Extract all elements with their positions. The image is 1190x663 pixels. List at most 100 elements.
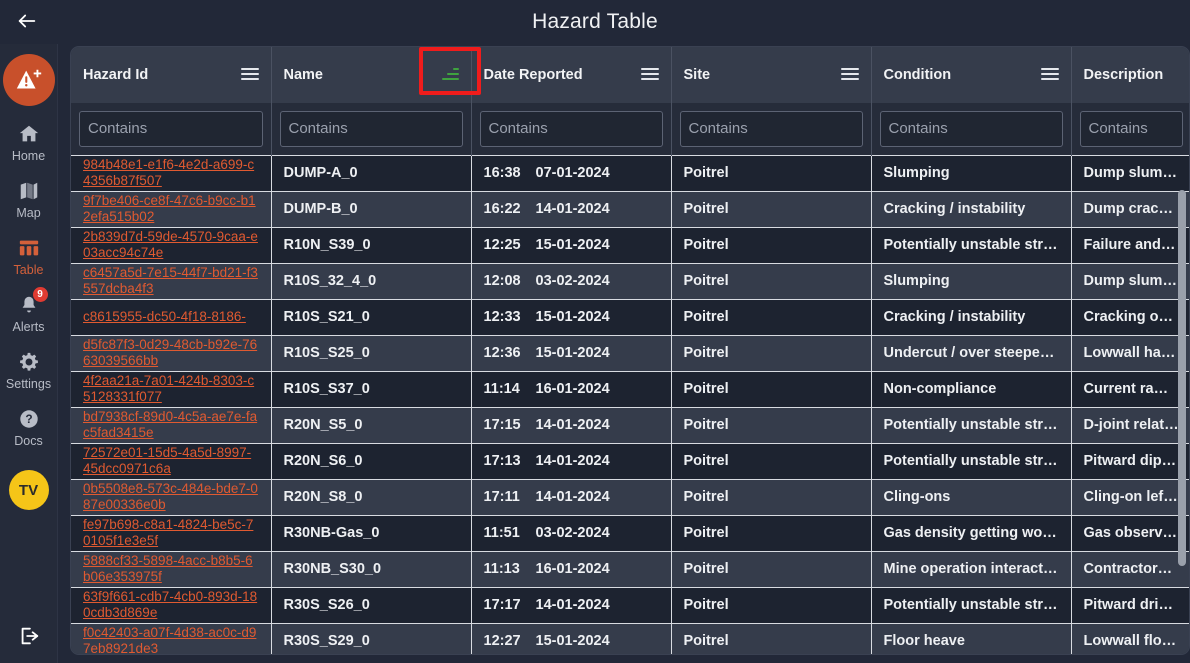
cell-site: Poitrel — [671, 550, 872, 587]
cell-description: Pitward dripping — [1071, 586, 1189, 623]
table-row[interactable]: 2b839d7d-59de-4570-9caa-e03acc94c74e R10N… — [71, 226, 1189, 263]
filter-input-site[interactable] — [679, 110, 863, 147]
hazard-id-link[interactable]: 4f2aa21a-7a01-424b-8303-c5128331f077 — [83, 373, 259, 405]
hazard-id-link[interactable]: c6457a5d-7e15-44f7-bd21-f3557dcba4f3 — [83, 265, 259, 297]
hazard-id-link[interactable]: bd7938cf-89d0-4c5a-ae7e-fac5fad3415e — [83, 409, 259, 441]
cell-condition: Slumping — [871, 154, 1072, 191]
table-row[interactable]: c8615955-dc50-4f18-8186- R10S_S21_0 12:33 1… — [71, 298, 1189, 335]
cell-name: R10S_S25_0 — [271, 334, 472, 371]
cell-date-reported: 11:14 16-01-2024 — [471, 370, 672, 407]
cell-name: R30NB-Gas_0 — [271, 514, 472, 551]
table-row[interactable]: 63f9f661-cdb7-4cb0-893d-180cdb3d869e R30S… — [71, 586, 1189, 623]
avatar[interactable]: TV — [8, 470, 49, 510]
table-row[interactable]: 984b48e1-e1f6-4e2d-a699-c4356b87f507 DUMP… — [71, 154, 1189, 191]
cell-site: Poitrel — [671, 442, 872, 479]
cell-date: 14-01-2024 — [535, 597, 610, 613]
name-column-filter-icon[interactable] — [441, 68, 459, 82]
table-row[interactable]: f0c42403-a07f-4d38-ac0c-d97eb8921de3 R30S… — [71, 622, 1189, 654]
table-row[interactable]: 72572e01-15d5-4a5d-8997-45dcc0971c6a R20N… — [71, 442, 1189, 479]
hazard-id-link[interactable]: 9f7be406-ce8f-47c6-b9cc-b12efa515b02 — [83, 193, 259, 225]
hazard-add-icon[interactable] — [2, 54, 55, 106]
hazard-id-link[interactable]: 63f9f661-cdb7-4cb0-893d-180cdb3d869e — [83, 589, 259, 621]
column-header-date-reported[interactable]: Date Reported — [471, 47, 672, 103]
column-header-condition[interactable]: Condition — [871, 47, 1072, 103]
cell-site: Poitrel — [671, 370, 872, 407]
table-row[interactable]: 9f7be406-ce8f-47c6-b9cc-b12efa515b02 DUMP… — [71, 190, 1189, 227]
cell-condition: Non-compliance — [871, 370, 1072, 407]
filter-cell-site — [671, 103, 872, 155]
cell-description: Lowwall floor h — [1071, 622, 1189, 654]
cell-name: DUMP-B_0 — [271, 190, 472, 227]
sidebar-item-settings[interactable]: Settings — [0, 350, 58, 391]
column-header-site[interactable]: Site — [671, 47, 872, 103]
filter-input-date-reported[interactable] — [479, 110, 663, 147]
table-row[interactable]: bd7938cf-89d0-4c5a-ae7e-fac5fad3415e R20N… — [71, 406, 1189, 443]
cell-date-reported: 16:38 07-01-2024 — [471, 154, 672, 191]
table-row[interactable]: d5fc87f3-0d29-48cb-b92e-7663039566bb R10S… — [71, 334, 1189, 371]
cell-time: 16:38 — [483, 165, 521, 181]
cell-date: 03-02-2024 — [535, 273, 610, 289]
cell-date: 14-01-2024 — [535, 417, 610, 433]
sidebar-item-table[interactable]: Table — [0, 236, 58, 277]
cell-time: 17:15 — [483, 417, 521, 433]
cell-hazard-id: 5888cf33-5898-4acc-b8b5-6b06e353975f — [71, 550, 272, 587]
table-row[interactable]: 5888cf33-5898-4acc-b8b5-6b06e353975f R30N… — [71, 550, 1189, 587]
hazard-id-link[interactable]: 72572e01-15d5-4a5d-8997-45dcc0971c6a — [83, 445, 259, 477]
table-row[interactable]: c6457a5d-7e15-44f7-bd21-f3557dcba4f3 R10S… — [71, 262, 1189, 299]
column-header-hazard-id[interactable]: Hazard Id — [71, 47, 272, 103]
table-row[interactable]: 0b5508e8-573c-484e-bde7-087e00336e0b R20N… — [71, 478, 1189, 515]
filter-input-hazard-id[interactable] — [79, 110, 263, 147]
hamburger-menu-icon[interactable] — [840, 68, 859, 82]
column-header-name[interactable]: Name — [271, 47, 472, 103]
sidebar-item-docs[interactable]: ? Docs — [0, 407, 58, 448]
table-row[interactable]: 4f2aa21a-7a01-424b-8303-c5128331f077 R10S… — [71, 370, 1189, 407]
filter-input-condition[interactable] — [879, 110, 1063, 147]
cell-description: Cling-on left po — [1071, 478, 1189, 515]
table-row[interactable]: fe97b698-c8a1-4824-be5c-70105f1e3e5f R30N… — [71, 514, 1189, 551]
column-header-label: Condition — [883, 67, 952, 83]
hazard-id-link[interactable]: c8615955-dc50-4f18-8186- — [83, 309, 259, 325]
hazard-id-link[interactable]: f0c42403-a07f-4d38-ac0c-d97eb8921de3 — [83, 625, 259, 654]
cell-hazard-id: c8615955-dc50-4f18-8186- — [71, 298, 272, 335]
sidebar: Home Map Table 9 Alerts Settings ? Docs … — [0, 44, 58, 663]
sidebar-item-alerts[interactable]: 9 Alerts — [0, 287, 58, 334]
column-header-description[interactable]: Description — [1071, 47, 1189, 103]
hazard-id-link[interactable]: 984b48e1-e1f6-4e2d-a699-c4356b87f507 — [83, 157, 259, 189]
table-vertical-scrollbar[interactable] — [1177, 157, 1187, 654]
cell-date: 16-01-2024 — [535, 561, 610, 577]
cell-time: 12:25 — [483, 237, 521, 253]
cell-condition: Cling-ons — [871, 478, 1072, 515]
cell-condition: Mine operation interactions — [871, 550, 1072, 587]
cell-site: Poitrel — [671, 622, 872, 654]
cell-hazard-id: fe97b698-c8a1-4824-be5c-70105f1e3e5f — [71, 514, 272, 551]
hazard-table-page: Hazard Table Home Map Table 9 Alerts Set… — [0, 0, 1190, 663]
sidebar-item-home[interactable]: Home — [0, 122, 58, 163]
cell-hazard-id: 4f2aa21a-7a01-424b-8303-c5128331f077 — [71, 370, 272, 407]
sidebar-item-label: Home — [11, 149, 46, 163]
hazard-id-link[interactable]: 2b839d7d-59de-4570-9caa-e03acc94c74e — [83, 229, 259, 261]
cell-date: 03-02-2024 — [535, 525, 610, 541]
hazard-id-link[interactable]: d5fc87f3-0d29-48cb-b92e-7663039566bb — [83, 337, 259, 369]
cell-description: Pitward dipping — [1071, 442, 1189, 479]
filter-cell-hazard-id — [71, 103, 272, 155]
cell-date-reported: 12:08 03-02-2024 — [471, 262, 672, 299]
cell-condition: Potentially unstable structu... — [871, 406, 1072, 443]
cell-name: R30S_S29_0 — [271, 622, 472, 654]
sidebar-item-map[interactable]: Map — [0, 179, 58, 220]
hazard-id-link[interactable]: fe97b698-c8a1-4824-be5c-70105f1e3e5f — [83, 517, 259, 549]
cell-date: 15-01-2024 — [535, 309, 610, 325]
cell-condition: Gas density getting worse — [871, 514, 1072, 551]
filter-input-description[interactable] — [1079, 110, 1183, 147]
cell-description: Dump slumping — [1071, 154, 1189, 191]
hamburger-menu-icon[interactable] — [240, 68, 259, 82]
hamburger-menu-icon[interactable] — [640, 68, 659, 82]
hamburger-menu-icon[interactable] — [1040, 68, 1059, 82]
cell-hazard-id: 984b48e1-e1f6-4e2d-a699-c4356b87f507 — [71, 154, 272, 191]
table-scrollbar-thumb[interactable] — [1178, 190, 1186, 566]
logout-icon[interactable] — [14, 621, 44, 651]
cell-description: Contractors di — [1071, 550, 1189, 587]
hazard-id-link[interactable]: 5888cf33-5898-4acc-b8b5-6b06e353975f — [83, 553, 259, 585]
filter-input-name[interactable] — [279, 110, 463, 147]
hazard-id-link[interactable]: 0b5508e8-573c-484e-bde7-087e00336e0b — [83, 481, 259, 513]
cell-hazard-id: f0c42403-a07f-4d38-ac0c-d97eb8921de3 — [71, 622, 272, 654]
